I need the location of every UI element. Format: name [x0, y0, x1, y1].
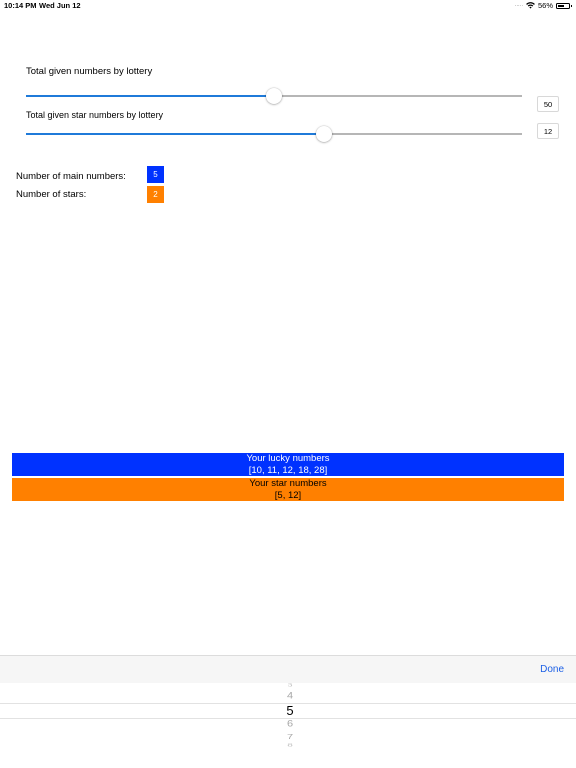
- star-numbers-value: [5, 12]: [274, 489, 302, 501]
- wifi-icon: [526, 2, 535, 9]
- picker-toolbar: Done: [0, 655, 576, 684]
- main-numbers-label: Number of main numbers:: [16, 171, 126, 182]
- stars-value-field[interactable]: 12: [537, 123, 559, 139]
- numbers-slider[interactable]: [26, 88, 522, 104]
- status-right: ····· 56%: [514, 1, 572, 10]
- stars-badge[interactable]: 2: [147, 186, 164, 203]
- status-time: 10:14 PM: [4, 1, 37, 10]
- status-date: Wed Jun 12: [39, 1, 81, 10]
- done-button[interactable]: Done: [540, 664, 564, 675]
- battery-icon: [556, 2, 572, 9]
- main-numbers-badge[interactable]: 5: [147, 166, 164, 183]
- lucky-numbers-title: Your lucky numbers: [246, 453, 330, 464]
- picker-item[interactable]: 4: [0, 691, 576, 701]
- stars-label: Number of stars:: [16, 189, 87, 200]
- slider-thumb[interactable]: [315, 126, 332, 142]
- picker-item[interactable]: 3: [0, 683, 576, 688]
- picker-item[interactable]: 8: [0, 743, 576, 748]
- signal-icon: ·····: [514, 2, 523, 9]
- picker-item[interactable]: 6: [0, 719, 576, 729]
- picker-item[interactable]: 7: [0, 733, 576, 741]
- slider-fill: [26, 133, 324, 135]
- picker-item-selected[interactable]: 5: [0, 703, 576, 718]
- lucky-numbers-value: [10, 11, 12, 18, 28]: [248, 464, 328, 476]
- star-numbers-title: Your star numbers: [249, 478, 327, 489]
- slider-fill: [26, 95, 274, 97]
- slider-thumb[interactable]: [266, 88, 282, 104]
- battery-percent: 56%: [537, 1, 553, 10]
- stars-slider[interactable]: [26, 126, 522, 142]
- number-picker[interactable]: 3 4 5 6 7 8: [0, 683, 576, 768]
- lucky-numbers-bar: Your lucky numbers [10, 11, 12, 18, 28]: [12, 453, 564, 476]
- numbers-value-field[interactable]: 50: [537, 96, 559, 112]
- star-numbers-bar: Your star numbers [5, 12]: [12, 478, 564, 501]
- slider-label-numbers: Total given numbers by lottery: [26, 66, 153, 77]
- slider-label-stars: Total given star numbers by lottery: [26, 110, 164, 120]
